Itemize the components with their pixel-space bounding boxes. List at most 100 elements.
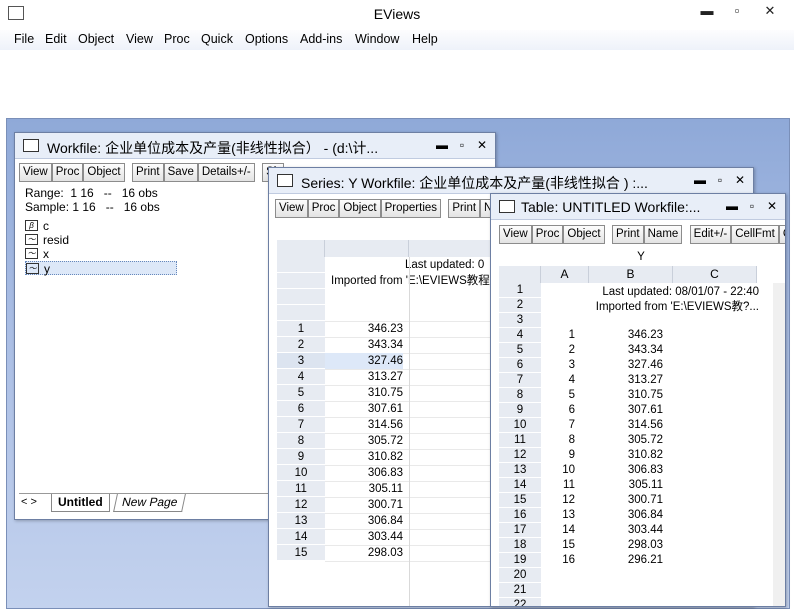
series-row-header[interactable]: 13 bbox=[277, 513, 325, 529]
minimize-button[interactable]: ▬ bbox=[692, 2, 722, 22]
menu-view[interactable]: View bbox=[126, 32, 153, 46]
table-obs-cell[interactable]: 10 bbox=[541, 463, 575, 478]
menu-window[interactable]: Window bbox=[355, 32, 399, 46]
workfile-object-button[interactable]: Object bbox=[83, 163, 125, 182]
table-close-button[interactable]: ✕ bbox=[763, 198, 781, 214]
table-row-header[interactable]: 15 bbox=[499, 493, 541, 508]
series-row-header[interactable] bbox=[277, 273, 325, 289]
table-row-header[interactable]: 16 bbox=[499, 508, 541, 523]
menu-proc[interactable]: Proc bbox=[164, 32, 190, 46]
workfile-maximize-button[interactable]: ▫ bbox=[453, 137, 471, 153]
workfile-object-y[interactable]: 〜 y bbox=[25, 261, 177, 276]
table-name-button[interactable]: Name bbox=[643, 225, 683, 244]
series-cell[interactable]: 306.84 bbox=[325, 513, 403, 529]
series-cell[interactable]: 298.03 bbox=[325, 545, 403, 561]
workfile-proc-button[interactable]: Proc bbox=[51, 163, 84, 182]
menu-options[interactable]: Options bbox=[245, 32, 288, 46]
table-row-header[interactable]: 4 bbox=[499, 328, 541, 343]
series-column-header[interactable] bbox=[277, 240, 325, 257]
table-obs-cell[interactable]: 13 bbox=[541, 508, 575, 523]
close-button[interactable]: ✕ bbox=[755, 2, 785, 22]
series-row-header[interactable]: 7 bbox=[277, 417, 325, 433]
series-cell[interactable]: 314.56 bbox=[325, 417, 403, 433]
table-row-header[interactable]: 22 bbox=[499, 598, 541, 606]
table-value-cell[interactable]: 306.84 bbox=[589, 508, 663, 523]
table-obs-cell[interactable]: 7 bbox=[541, 418, 575, 433]
series-row-header[interactable]: 12 bbox=[277, 497, 325, 513]
maximize-button[interactable]: ▫ bbox=[722, 2, 752, 22]
table-row-header[interactable]: 18 bbox=[499, 538, 541, 553]
menu-add-ins[interactable]: Add-ins bbox=[300, 32, 342, 46]
series-row-header[interactable]: 11 bbox=[277, 481, 325, 497]
series-print-button[interactable]: Print bbox=[448, 199, 481, 218]
workfile-object-resid[interactable]: 〜 resid bbox=[25, 233, 177, 247]
series-cell[interactable]: 346.23 bbox=[325, 321, 403, 337]
workfile-view-button[interactable]: View bbox=[19, 163, 52, 182]
series-row-header[interactable]: 1 bbox=[277, 321, 325, 337]
table-row-header[interactable]: 2 bbox=[499, 298, 541, 313]
workfile-range[interactable]: Range: 1 16 -- 16 obs bbox=[25, 186, 158, 200]
series-cell[interactable]: 310.82 bbox=[325, 449, 403, 465]
table-obs-cell[interactable]: 6 bbox=[541, 403, 575, 418]
table-value-cell[interactable]: 296.21 bbox=[589, 553, 663, 568]
table-value-cell[interactable]: 306.83 bbox=[589, 463, 663, 478]
table-maximize-button[interactable]: ▫ bbox=[743, 198, 761, 214]
table-column-header[interactable]: A bbox=[541, 266, 589, 283]
series-view-button[interactable]: View bbox=[275, 199, 308, 218]
series-cell[interactable]: 313.27 bbox=[325, 369, 403, 385]
table-obs-cell[interactable]: 4 bbox=[541, 373, 575, 388]
series-row-header[interactable]: 14 bbox=[277, 529, 325, 545]
command-window[interactable] bbox=[0, 50, 794, 118]
table-minimize-button[interactable]: ▬ bbox=[723, 198, 741, 214]
series-row-header[interactable] bbox=[277, 257, 325, 273]
series-row-header[interactable] bbox=[277, 305, 325, 321]
series-cell[interactable]: 310.75 bbox=[325, 385, 403, 401]
table-row-header[interactable]: 14 bbox=[499, 478, 541, 493]
tab-untitled[interactable]: Untitled bbox=[51, 494, 110, 512]
workfile-sample[interactable]: Sample: 1 16 -- 16 obs bbox=[25, 200, 160, 214]
series-cell[interactable]: 343.34 bbox=[325, 337, 403, 353]
table-view-button[interactable]: View bbox=[499, 225, 532, 244]
series-row-header[interactable]: 3 bbox=[277, 353, 325, 369]
table-row-header[interactable]: 6 bbox=[499, 358, 541, 373]
table-vertical-scrollbar[interactable] bbox=[773, 283, 785, 606]
table-row-header[interactable]: 5 bbox=[499, 343, 541, 358]
table-value-cell[interactable]: 343.34 bbox=[589, 343, 663, 358]
series-object-button[interactable]: Object bbox=[339, 199, 381, 218]
table-row-header[interactable]: 20 bbox=[499, 568, 541, 583]
series-row-header[interactable]: 4 bbox=[277, 369, 325, 385]
table-grid-button[interactable]: G bbox=[778, 225, 785, 244]
table-titlebar[interactable]: Table: UNTITLED Workfile:... ▬ ▫ ✕ bbox=[491, 194, 785, 220]
table-corner-header[interactable] bbox=[499, 266, 541, 283]
series-cell[interactable]: 307.61 bbox=[325, 401, 403, 417]
table-obs-cell[interactable]: 12 bbox=[541, 493, 575, 508]
series-row-header[interactable]: 5 bbox=[277, 385, 325, 401]
table-column-header[interactable]: C bbox=[673, 266, 757, 283]
table-value-cell[interactable]: 305.72 bbox=[589, 433, 663, 448]
series-cell[interactable]: 305.11 bbox=[325, 481, 403, 497]
table-value-cell[interactable]: 314.56 bbox=[589, 418, 663, 433]
series-row-header[interactable]: 15 bbox=[277, 545, 325, 561]
series-titlebar[interactable]: Series: Y Workfile: 企业单位成本及产量(非线性拟合 ) :.… bbox=[269, 168, 753, 194]
tab-new-page[interactable]: New Page bbox=[113, 494, 187, 512]
workfile-object-c[interactable]: β c bbox=[25, 219, 177, 233]
table-object-button[interactable]: Object bbox=[563, 225, 605, 244]
workfile-save-button[interactable]: Save bbox=[163, 163, 198, 182]
series-close-button[interactable]: ✕ bbox=[731, 172, 749, 188]
table-proc-button[interactable]: Proc bbox=[531, 225, 564, 244]
menu-file[interactable]: File bbox=[14, 32, 34, 46]
series-cell[interactable]: 306.83 bbox=[325, 465, 403, 481]
table-row-header[interactable]: 19 bbox=[499, 553, 541, 568]
table-obs-cell[interactable]: 15 bbox=[541, 538, 575, 553]
workfile-titlebar[interactable]: Workfile: 企业单位成本及产量(非线性拟合） - (d:\计... ▬ … bbox=[15, 133, 495, 159]
table-obs-cell[interactable]: 14 bbox=[541, 523, 575, 538]
series-cell[interactable]: 305.72 bbox=[325, 433, 403, 449]
table-obs-cell[interactable]: 3 bbox=[541, 358, 575, 373]
table-edit-button[interactable]: Edit+/- bbox=[689, 225, 732, 244]
table-value-cell[interactable]: 298.03 bbox=[589, 538, 663, 553]
table-value-cell[interactable]: 303.44 bbox=[589, 523, 663, 538]
series-row-header[interactable]: 8 bbox=[277, 433, 325, 449]
table-value-cell[interactable]: 346.23 bbox=[589, 328, 663, 343]
table-value-cell[interactable]: 327.46 bbox=[589, 358, 663, 373]
table-value-cell[interactable]: 310.75 bbox=[589, 388, 663, 403]
